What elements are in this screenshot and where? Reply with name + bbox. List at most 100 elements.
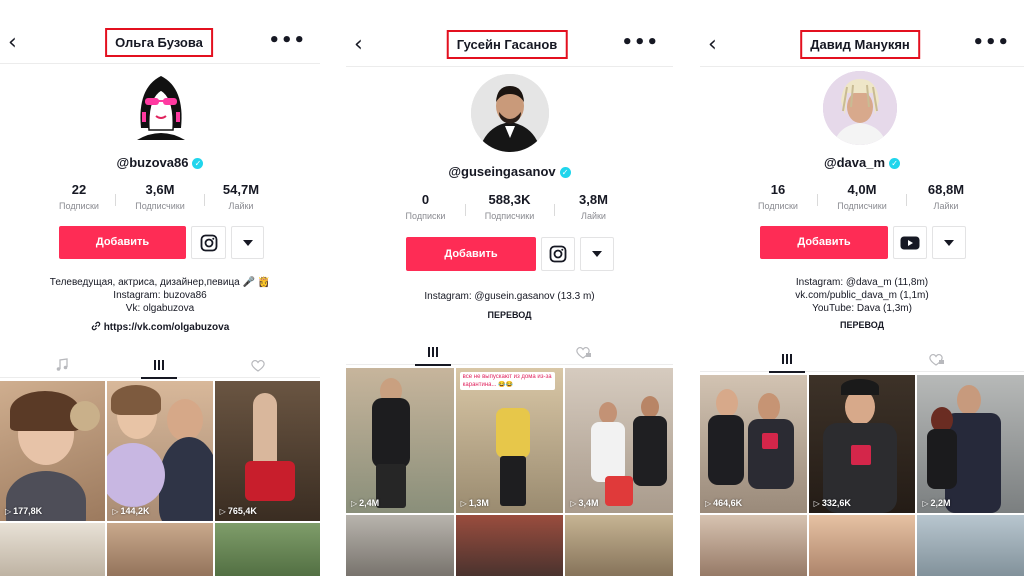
tab-music[interactable] (42, 352, 82, 378)
bio-line: Телеведущая, актриса, дизайнер,певица 🎤 … (49, 277, 271, 288)
stat-value: 3,8M (579, 192, 608, 207)
divider (817, 194, 818, 206)
bio-line: Instagram: @dava_m (11,8m) (795, 277, 929, 288)
video-thumbnail[interactable] (0, 523, 106, 576)
stat-value: 68,8M (927, 182, 965, 197)
video-thumbnail[interactable]: ▷ 464,6K (700, 375, 807, 513)
stat-value: 22 (71, 182, 87, 197)
stat-label: Лайки (933, 201, 959, 211)
profile-panel-gasanov: ‹ Гусейн Гасанов ••• @guseingasanov ✓ 0 По… (346, 0, 673, 576)
video-thumbnail[interactable]: ▷ 2,2M (917, 375, 1024, 513)
video-thumbnail[interactable]: ▷ 144,2K (107, 381, 213, 521)
youtube-icon (900, 236, 920, 249)
stat-likes[interactable]: 3,8M Лайки (569, 192, 619, 221)
view-count: ▷ 464,6K (705, 498, 743, 508)
translate-link[interactable]: ПЕРЕВОД (700, 319, 1024, 332)
video-thumbnail[interactable]: ▷ 2,4M (346, 368, 454, 513)
follow-button[interactable]: Добавить (760, 226, 888, 259)
tab-liked[interactable] (917, 346, 957, 372)
view-count: ▷ 2,2M (922, 498, 951, 508)
stat-likes[interactable]: 54,7M Лайки (219, 182, 263, 211)
video-thumbnail[interactable]: ▷ 177,8K (0, 381, 106, 521)
music-note-icon (56, 358, 68, 371)
view-count: ▷ 332,6K (813, 498, 851, 508)
back-chevron-icon[interactable]: ‹ (354, 34, 376, 56)
action-buttons: Добавить (760, 226, 966, 259)
stat-following[interactable]: 0 Подписки (401, 192, 451, 221)
view-count: ▷ 765,4K (219, 506, 257, 516)
stat-followers[interactable]: 4,0M Подписчики (832, 182, 892, 211)
avatar[interactable] (823, 71, 897, 145)
profile-link-text: https://vk.com/olgabuzova (103, 322, 230, 333)
tab-liked[interactable] (564, 339, 604, 365)
view-count: ▷ 1,3M (460, 498, 489, 508)
avatar[interactable] (471, 74, 549, 152)
profile-link[interactable]: https://vk.com/olgabuzova (0, 321, 320, 334)
video-thumbnail[interactable]: ▷ 332,6K (808, 375, 916, 513)
video-thumbnail[interactable]: ▷ 3,4M (565, 368, 673, 513)
video-thumbnail[interactable] (214, 523, 320, 576)
stat-following[interactable]: 22 Подписки (57, 182, 101, 211)
video-thumbnail[interactable] (346, 515, 454, 576)
video-thumbnail[interactable] (565, 515, 673, 576)
play-icon: ▷ (112, 507, 119, 516)
youtube-button[interactable] (893, 226, 927, 259)
view-count: ▷ 177,8K (5, 506, 43, 516)
play-icon: ▷ (5, 507, 12, 516)
divider (204, 194, 205, 206)
instagram-button[interactable] (191, 226, 226, 259)
play-icon: ▷ (705, 499, 712, 508)
more-options-icon[interactable]: ••• (268, 30, 306, 51)
verified-badge-icon: ✓ (889, 158, 901, 169)
stat-label: Лайки (581, 211, 606, 221)
follow-button[interactable]: Добавить (59, 226, 186, 259)
view-count: ▷ 2,4M (351, 498, 380, 508)
stat-value: 4,0M (847, 182, 877, 197)
avatar-photo (823, 71, 897, 145)
caret-down-icon (944, 239, 954, 246)
video-thumbnail[interactable] (917, 515, 1024, 576)
stat-label: Подписчики (484, 211, 535, 221)
profile-panel-buzova: ‹ Ольга Бузова ••• @buzova86 ✓ 22 Подписки (0, 0, 320, 576)
heart-lock-icon (929, 353, 944, 366)
translate-link[interactable]: ПЕРЕВОД (346, 309, 673, 322)
stat-label: Подписки (758, 201, 798, 211)
avatar[interactable] (127, 68, 195, 140)
tab-videos[interactable] (413, 339, 453, 366)
more-options-icon[interactable]: ••• (972, 32, 1010, 53)
more-options-icon[interactable]: ••• (621, 32, 659, 53)
tab-videos[interactable] (767, 346, 807, 373)
back-chevron-icon[interactable]: ‹ (8, 32, 30, 54)
dropdown-button[interactable] (932, 226, 966, 259)
bio-line: YouTube: Dava (1,3m) (812, 303, 912, 314)
video-thumbnail[interactable] (107, 523, 213, 576)
stat-followers[interactable]: 588,3K Подписчики (480, 192, 540, 221)
video-thumbnail[interactable] (455, 515, 564, 576)
video-thumbnail[interactable]: все не выпускают из дома из-за карантина… (455, 368, 564, 513)
divider (700, 66, 1024, 67)
stat-label: Подписчики (837, 201, 887, 211)
stat-following[interactable]: 16 Подписки (753, 182, 803, 211)
tab-liked[interactable] (238, 352, 278, 378)
play-icon: ▷ (351, 499, 358, 508)
profile-name-title: Ольга Бузова (105, 28, 213, 57)
stat-value: 3,6M (145, 182, 175, 197)
dropdown-button[interactable] (580, 237, 614, 271)
stat-likes[interactable]: 68,8M Лайки (921, 182, 971, 211)
stat-value: 0 (421, 192, 430, 207)
instagram-button[interactable] (541, 237, 575, 271)
back-chevron-icon[interactable]: ‹ (708, 34, 730, 56)
video-thumbnail[interactable] (808, 515, 916, 576)
tab-videos[interactable] (139, 352, 179, 379)
follow-button[interactable]: Добавить (406, 237, 536, 271)
video-thumbnail[interactable]: ▷ 765,4K (214, 381, 320, 521)
username: @guseingasanov (448, 164, 556, 179)
bio: Instagram: @gusein.gasanov (13.3 m) ПЕРЕ… (346, 290, 673, 322)
username-row: @buzova86 ✓ (0, 155, 320, 170)
divider (0, 63, 320, 64)
bio-line: Instagram: @gusein.gasanov (13.3 m) (424, 291, 595, 302)
stats-row: 0 Подписки 588,3K Подписчики 3,8M Лайки (346, 192, 673, 221)
video-thumbnail[interactable] (700, 515, 807, 576)
stat-followers[interactable]: 3,6M Подписчики (130, 182, 190, 211)
dropdown-button[interactable] (231, 226, 264, 259)
